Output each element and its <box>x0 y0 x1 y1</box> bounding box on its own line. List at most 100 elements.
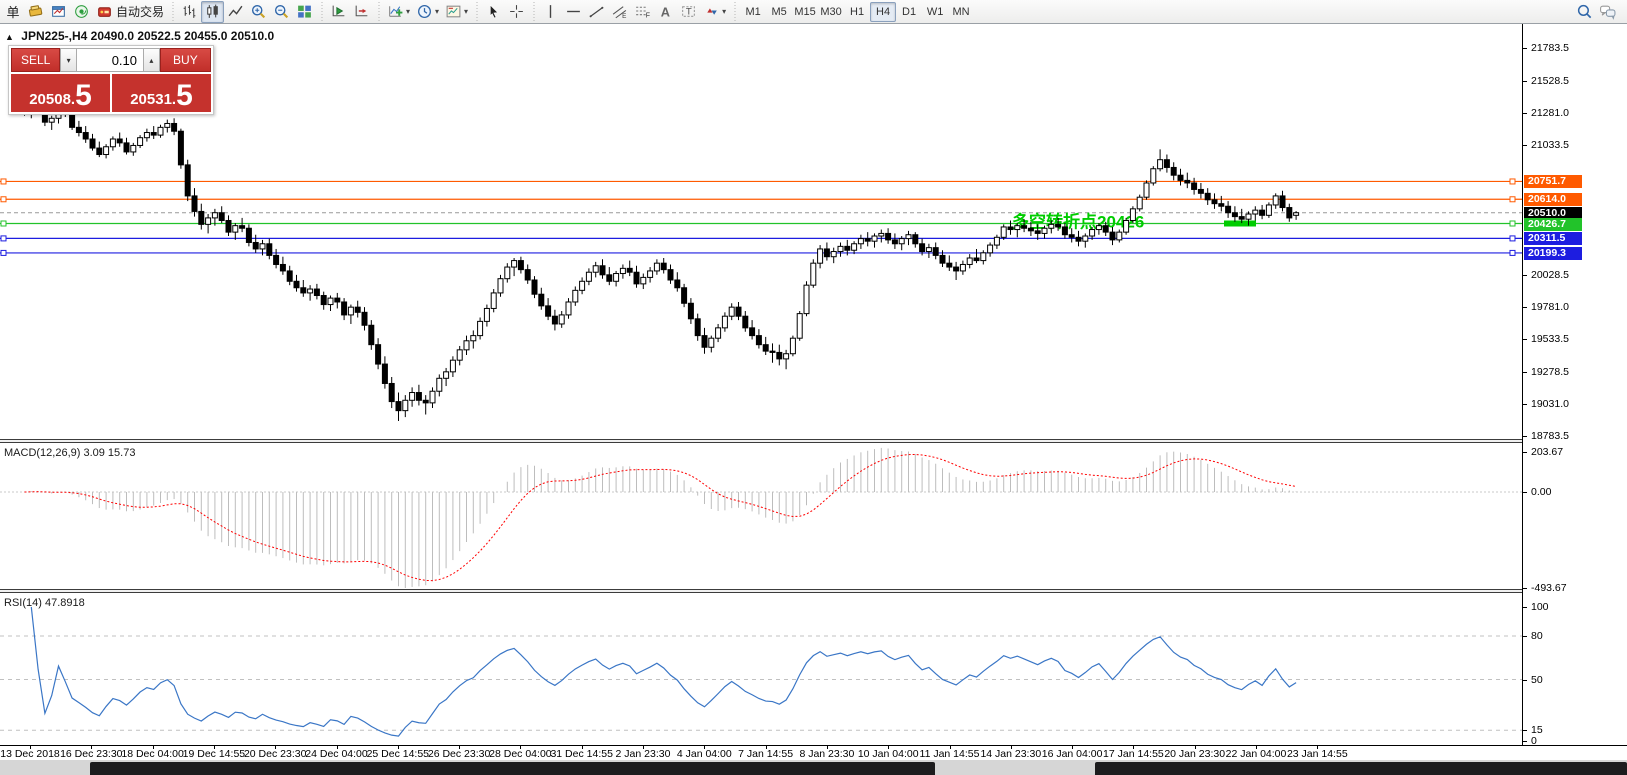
toolbar-button-cursor[interactable] <box>482 1 505 23</box>
candle-body <box>1226 206 1231 212</box>
rsi-pane[interactable] <box>0 595 1522 745</box>
toolbar-button-order-char[interactable]: 单 <box>2 1 24 23</box>
timeframe-button-H4[interactable]: H4 <box>870 2 896 22</box>
toolbar-button-trend-line[interactable] <box>585 1 608 23</box>
candle-body <box>607 275 612 281</box>
toolbar-button-vertical-line[interactable] <box>539 1 562 23</box>
toolbar-button-periods[interactable]: ▾ <box>413 1 442 23</box>
timeframe-button-M30[interactable]: M30 <box>818 2 844 22</box>
toolbar-button-autotrading[interactable]: 自动交易 <box>93 1 167 23</box>
line-handle[interactable] <box>1510 197 1515 202</box>
toolbar-button-zoom-in[interactable] <box>247 1 270 23</box>
toolbar-button-zoom-out[interactable] <box>270 1 293 23</box>
timeframe-button-W1[interactable]: W1 <box>922 2 948 22</box>
candle-body <box>512 261 517 267</box>
candle-body <box>267 244 272 256</box>
toolbar-button-text-label[interactable]: T <box>677 1 700 23</box>
price-axis[interactable]: 21783.521528.521281.021033.520028.519781… <box>1522 24 1627 760</box>
time-label: 16 Dec 23:30 <box>60 748 122 760</box>
candle-body <box>967 258 972 264</box>
candle-body <box>1273 196 1278 205</box>
time-tick-mark <box>1195 746 1196 749</box>
timeframe-button-M1[interactable]: M1 <box>740 2 766 22</box>
toolbar-button-arrows[interactable]: ▾ <box>700 1 729 23</box>
zoom-out-icon <box>273 3 290 20</box>
toolbar-button-new-order[interactable] <box>24 1 47 23</box>
toolbar-button-tile-windows[interactable] <box>293 1 316 23</box>
axis-tick-label: -493.67 <box>1531 582 1567 594</box>
buy-price-button[interactable]: 20531.5 <box>112 74 211 112</box>
line-handle[interactable] <box>1510 236 1515 241</box>
macd-pane[interactable] <box>0 445 1522 588</box>
line-handle[interactable] <box>1 197 6 202</box>
timeframe-button-M5[interactable]: M5 <box>766 2 792 22</box>
candle-body <box>709 338 714 347</box>
toolbar-button-auto-scroll[interactable] <box>327 1 350 23</box>
line-handle[interactable] <box>1 236 6 241</box>
line-handle[interactable] <box>1 179 6 184</box>
toolbar-button-fibonacci[interactable]: F <box>631 1 654 23</box>
timeframe-button-M15[interactable]: M15 <box>792 2 818 22</box>
candle-body <box>784 354 789 359</box>
main-chart-pane[interactable]: 多空转折点20426 <box>0 24 1522 440</box>
line-handle[interactable] <box>1510 179 1515 184</box>
sell-button[interactable]: SELL <box>11 48 60 72</box>
toolbar-button-indicators[interactable]: ▾ <box>384 1 413 23</box>
candle-body <box>49 118 54 122</box>
candle-body <box>1008 227 1013 230</box>
one-click-trading-panel: SELL ▾ ▴ BUY 20508.5 20531.5 <box>8 45 214 115</box>
toolbar-button-chart-window[interactable] <box>47 1 70 23</box>
toolbar-button-chat[interactable] <box>1596 1 1619 23</box>
time-tick-mark <box>459 746 460 749</box>
candle-body <box>954 267 959 271</box>
volume-input[interactable] <box>77 48 143 72</box>
timeframe-button-H1[interactable]: H1 <box>844 2 870 22</box>
timeframe-button-D1[interactable]: D1 <box>896 2 922 22</box>
candle-body <box>1056 224 1061 227</box>
volume-decrease-button[interactable]: ▾ <box>60 48 77 72</box>
time-tick-mark <box>1072 746 1073 749</box>
pane-splitter[interactable] <box>0 439 1627 443</box>
axis-tick-label: 19533.5 <box>1531 333 1569 345</box>
toolbar-button-chart-shift[interactable] <box>350 1 373 23</box>
time-label: 18 Dec 04:00 <box>121 748 183 760</box>
toolbar-button-mql5[interactable] <box>70 1 93 23</box>
axis-tick-label: 21528.5 <box>1531 75 1569 87</box>
line-handle[interactable] <box>1510 250 1515 255</box>
toolbar-button-text[interactable]: A <box>654 1 677 23</box>
toolbar-button-crosshair[interactable] <box>505 1 528 23</box>
time-tick-mark <box>337 746 338 749</box>
toolbar-button-line-chart[interactable] <box>224 1 247 23</box>
candle-body <box>219 213 224 221</box>
toolbar-button-search[interactable] <box>1573 1 1596 23</box>
toolbar-button-equidistant-channel[interactable]: E <box>608 1 631 23</box>
buy-button[interactable]: BUY <box>160 48 211 72</box>
candle-body <box>76 127 81 132</box>
chevron-down-icon: ▾ <box>435 7 439 16</box>
ohlc-values: 20490.0 20522.5 20455.0 20510.0 <box>91 29 275 43</box>
candle-body <box>668 270 673 280</box>
toolbar-button-candlestick[interactable] <box>201 1 224 23</box>
candle-body <box>682 288 687 304</box>
sell-price-button[interactable]: 20508.5 <box>11 74 110 112</box>
toolbar-button-horizontal-line[interactable] <box>562 1 585 23</box>
candle-body <box>926 248 931 252</box>
timeframe-button-MN[interactable]: MN <box>948 2 974 22</box>
axis-tick-mark <box>1523 372 1527 373</box>
line-handle[interactable] <box>1 250 6 255</box>
auto-scroll-icon <box>330 3 347 20</box>
axis-tick-mark <box>1523 436 1527 437</box>
time-axis[interactable]: 13 Dec 201816 Dec 23:3018 Dec 04:0019 De… <box>0 745 1627 760</box>
green-highlight-bar[interactable] <box>1224 221 1256 227</box>
toolbar-button-templates[interactable]: ▾ <box>442 1 471 23</box>
line-handle[interactable] <box>1510 221 1515 226</box>
collapse-chart-icon[interactable]: ▲ <box>5 32 14 42</box>
indicators-icon <box>387 3 404 20</box>
toolbar-button-bar-chart[interactable] <box>178 1 201 23</box>
pane-splitter[interactable] <box>0 589 1627 593</box>
axis-tick-mark <box>1523 339 1527 340</box>
line-handle[interactable] <box>1 221 6 226</box>
candle-body <box>940 255 945 263</box>
volume-increase-button[interactable]: ▴ <box>143 48 160 72</box>
candle-body <box>960 264 965 270</box>
